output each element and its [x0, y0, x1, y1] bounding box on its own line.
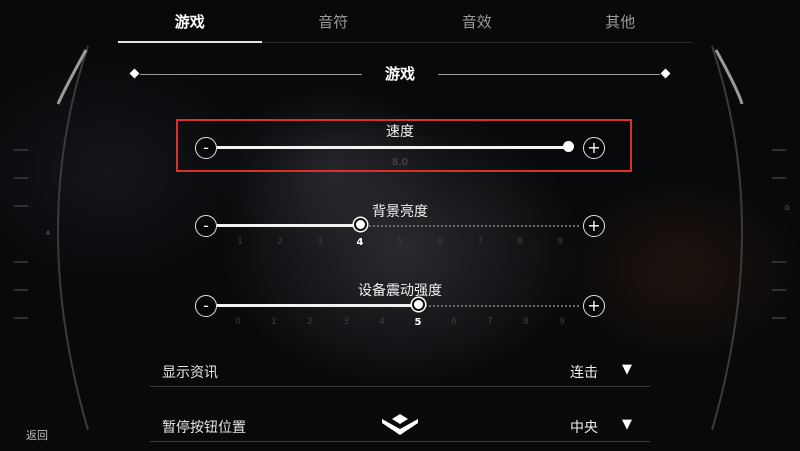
speed-slider-track[interactable] — [217, 141, 579, 153]
display-info-value[interactable]: 连击 — [570, 362, 598, 382]
vibration-slider-fill — [217, 304, 418, 307]
vibration-slider-track[interactable] — [217, 298, 579, 311]
vibration-tick: 2 — [307, 317, 313, 327]
brightness-label: 背景亮度 — [372, 204, 428, 220]
vibration-label: 设备震动强度 — [358, 283, 442, 299]
vibration-tick: 0 — [235, 317, 241, 327]
brightness-tick: 6 — [437, 237, 443, 247]
vibration-increase-button[interactable]: + — [583, 295, 605, 317]
section-title: 游戏 — [384, 65, 415, 83]
vibration-tick: 8 — [523, 317, 529, 327]
vibration-tick: 4 — [379, 317, 385, 327]
brightness-tick: 8 — [517, 237, 523, 247]
vibration-slider-thumb[interactable] — [412, 298, 425, 311]
display-info-dropdown-icon[interactable]: ▼ — [622, 362, 632, 377]
speed-slider-thumb[interactable] — [563, 141, 574, 152]
tab-bar: 游戏 音符 音效 其他 — [118, 0, 692, 43]
display-info-label: 显示资讯 — [162, 365, 218, 381]
tab-notes[interactable]: 音符 — [262, 0, 406, 42]
speed-value: 8.0 — [392, 157, 408, 168]
side-marker-right: D — [785, 205, 790, 212]
option-divider — [150, 386, 650, 387]
pause-button-position-dropdown-icon[interactable]: ▼ — [622, 417, 632, 432]
vibration-slider-rest — [418, 305, 579, 307]
scroll-down-chevron-icon[interactable] — [380, 413, 420, 437]
brightness-tick: 2 — [277, 237, 283, 247]
tab-other[interactable]: 其他 — [549, 0, 693, 42]
pause-button-position-label: 暂停按钮位置 — [162, 420, 246, 436]
vibration-tick: 3 — [343, 317, 349, 327]
brightness-decrease-button[interactable]: - — [195, 215, 217, 237]
vibration-tick: 6 — [451, 317, 457, 327]
pause-button-position-value[interactable]: 中央 — [570, 417, 598, 437]
vibration-tick: 9 — [559, 317, 565, 327]
speed-label: 速度 — [386, 124, 414, 140]
speed-slider-fill — [217, 146, 568, 149]
brightness-tick: 3 — [317, 237, 323, 247]
brightness-increase-button[interactable]: + — [583, 215, 605, 237]
side-marker-left: A — [46, 230, 51, 237]
brightness-slider-track[interactable] — [217, 218, 579, 231]
brightness-slider-fill — [217, 224, 360, 227]
vibration-tick: 7 — [487, 317, 493, 327]
brightness-tick: 7 — [477, 237, 483, 247]
brightness-tick: 1 — [237, 237, 243, 247]
section-divider-left — [140, 74, 362, 75]
section-divider-right — [438, 74, 660, 75]
speed-increase-button[interactable]: + — [583, 137, 605, 159]
brightness-tick: 9 — [557, 237, 563, 247]
back-button[interactable]: 返回 — [26, 427, 48, 443]
tab-sound[interactable]: 音效 — [405, 0, 549, 42]
brightness-slider-thumb[interactable] — [354, 218, 367, 231]
vibration-tick: 5 — [414, 317, 422, 328]
vibration-tick: 1 — [271, 317, 277, 327]
brightness-tick: 4 — [356, 237, 364, 248]
brightness-slider-rest — [360, 225, 579, 227]
speed-decrease-button[interactable]: - — [195, 137, 217, 159]
tab-game[interactable]: 游戏 — [118, 0, 262, 43]
vibration-decrease-button[interactable]: - — [195, 295, 217, 317]
brightness-tick: 5 — [397, 237, 403, 247]
option-divider — [150, 441, 650, 442]
